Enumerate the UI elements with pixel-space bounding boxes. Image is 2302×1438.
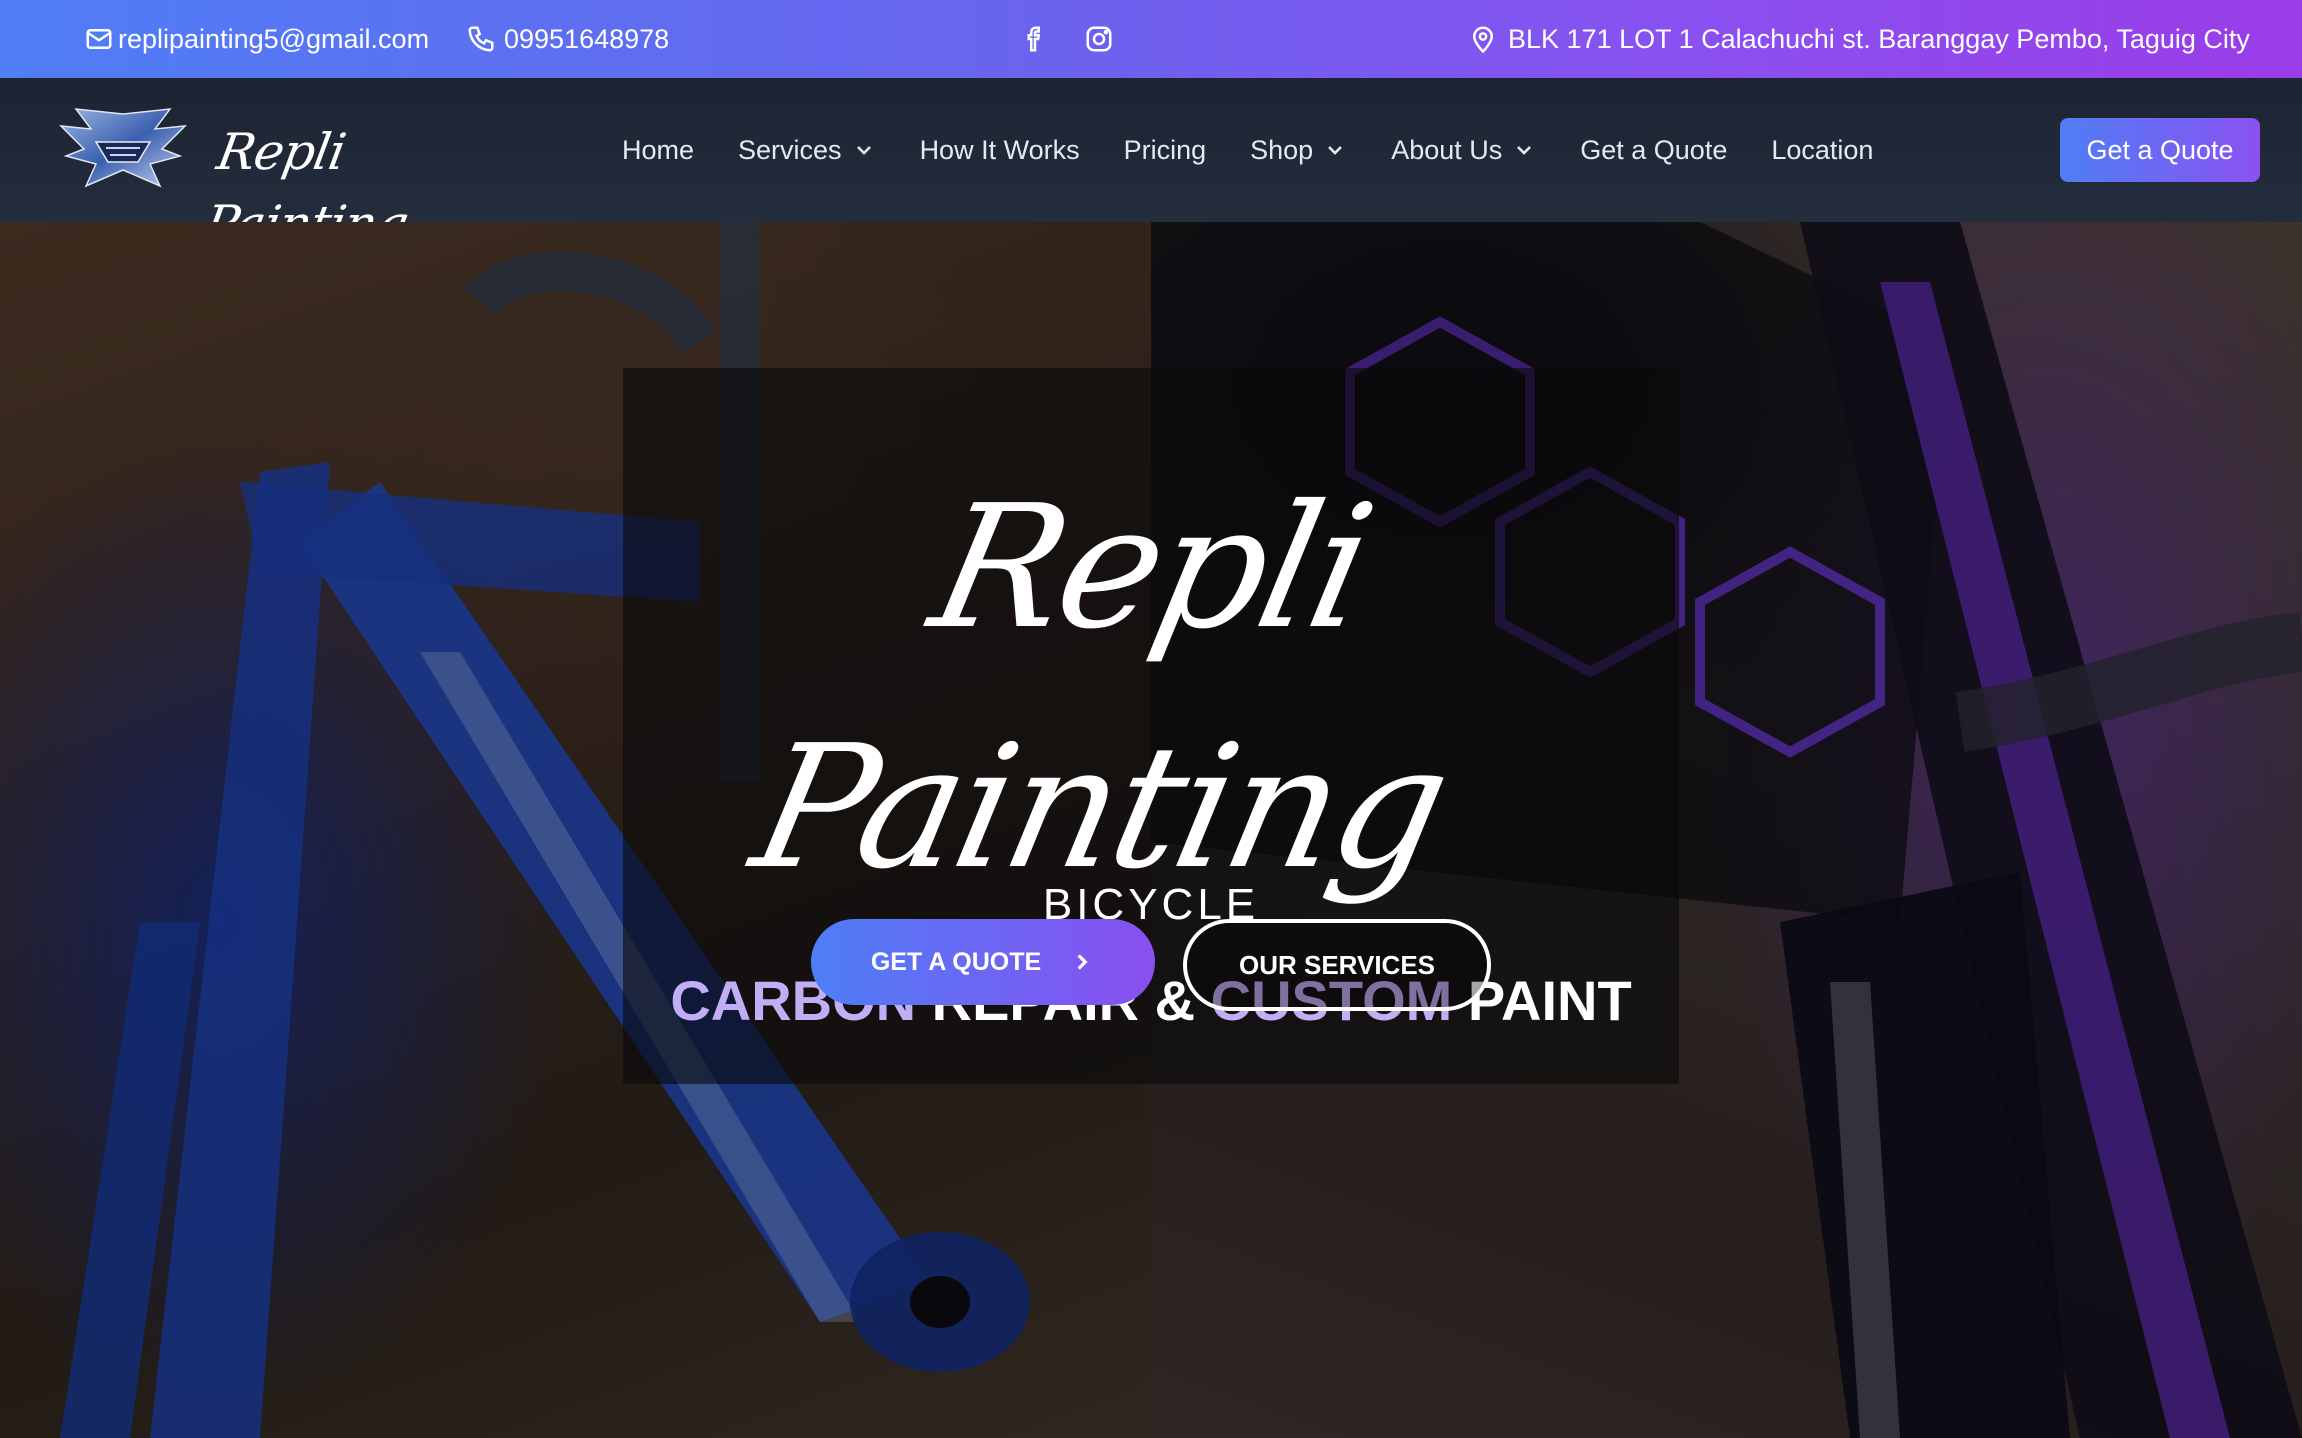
get-a-quote-button[interactable]: Get a Quote [2060,118,2260,182]
nav-label: Shop [1250,134,1314,165]
contact-phone[interactable]: 09951648978 [466,0,669,78]
hero-get-a-quote-button[interactable]: GET A QUOTE [811,919,1155,1005]
chevron-down-icon [1517,146,1532,155]
chevron-right-icon [1077,954,1088,970]
button-label: GET A QUOTE [870,947,1042,976]
instagram-link[interactable] [1084,0,1114,78]
nav-item-pricing[interactable]: Pricing [1124,135,1207,166]
chevron-down-icon [1328,146,1343,155]
nav-item-shop[interactable]: Shop [1250,135,1347,166]
logo-emblem-icon[interactable] [56,104,190,194]
phone-text: 09951648978 [504,23,670,54]
mail-icon [86,29,112,49]
logo-wordmark[interactable]: Repli Painting [200,116,445,253]
nav-label: Get a Quote [1580,134,1728,165]
nav-item-about-us[interactable]: About Us [1391,135,1536,166]
nav-label: Services [738,134,842,165]
facebook-icon [1027,26,1041,52]
top-contact-bar: replipainting5@gmail.com 09951648978 BLK… [0,0,2302,78]
facebook-link[interactable] [1020,0,1050,78]
nav-menu: Home Services How It Works Pricing Shop … [622,78,1917,222]
nav-label: Pricing [1123,134,1207,165]
nav-item-get-a-quote[interactable]: Get a Quote [1580,135,1727,166]
contact-address[interactable]: BLK 171 LOT 1 Calachuchi st. Baranggay P… [1468,0,2250,78]
nav-label: About Us [1391,134,1503,165]
nav-label: Home [622,134,695,165]
nav-label: Location [1771,134,1874,165]
nav-item-location[interactable]: Location [1771,135,1873,166]
chevron-down-icon [856,146,871,155]
hero-script-logo: Repli Painting [738,469,1462,907]
nav-item-home[interactable]: Home [622,135,694,166]
nav-item-how-it-works[interactable]: How It Works [920,135,1080,166]
contact-email[interactable]: replipainting5@gmail.com [84,0,429,78]
main-navbar: Repli Painting Home Services How It Work… [0,78,2302,253]
email-text: replipainting5@gmail.com [118,23,430,54]
phone-icon [468,26,494,52]
map-pin-icon [1472,26,1494,54]
headline-paint: PAINT [1467,969,1632,1032]
instagram-icon [1086,26,1112,52]
our-services-button[interactable]: OUR SERVICES [1183,919,1491,1011]
address-text: BLK 171 LOT 1 Calachuchi st. Baranggay P… [1508,23,2250,54]
nav-label: How It Works [919,134,1080,165]
nav-item-services[interactable]: Services [738,135,876,166]
button-label: OUR SERVICES [1238,949,1435,980]
hero-subtitle: BICYCLE [1042,880,1260,929]
hero-section: Repli Painting BICYCLE CARBON REPAIR & C… [0,222,2302,1438]
